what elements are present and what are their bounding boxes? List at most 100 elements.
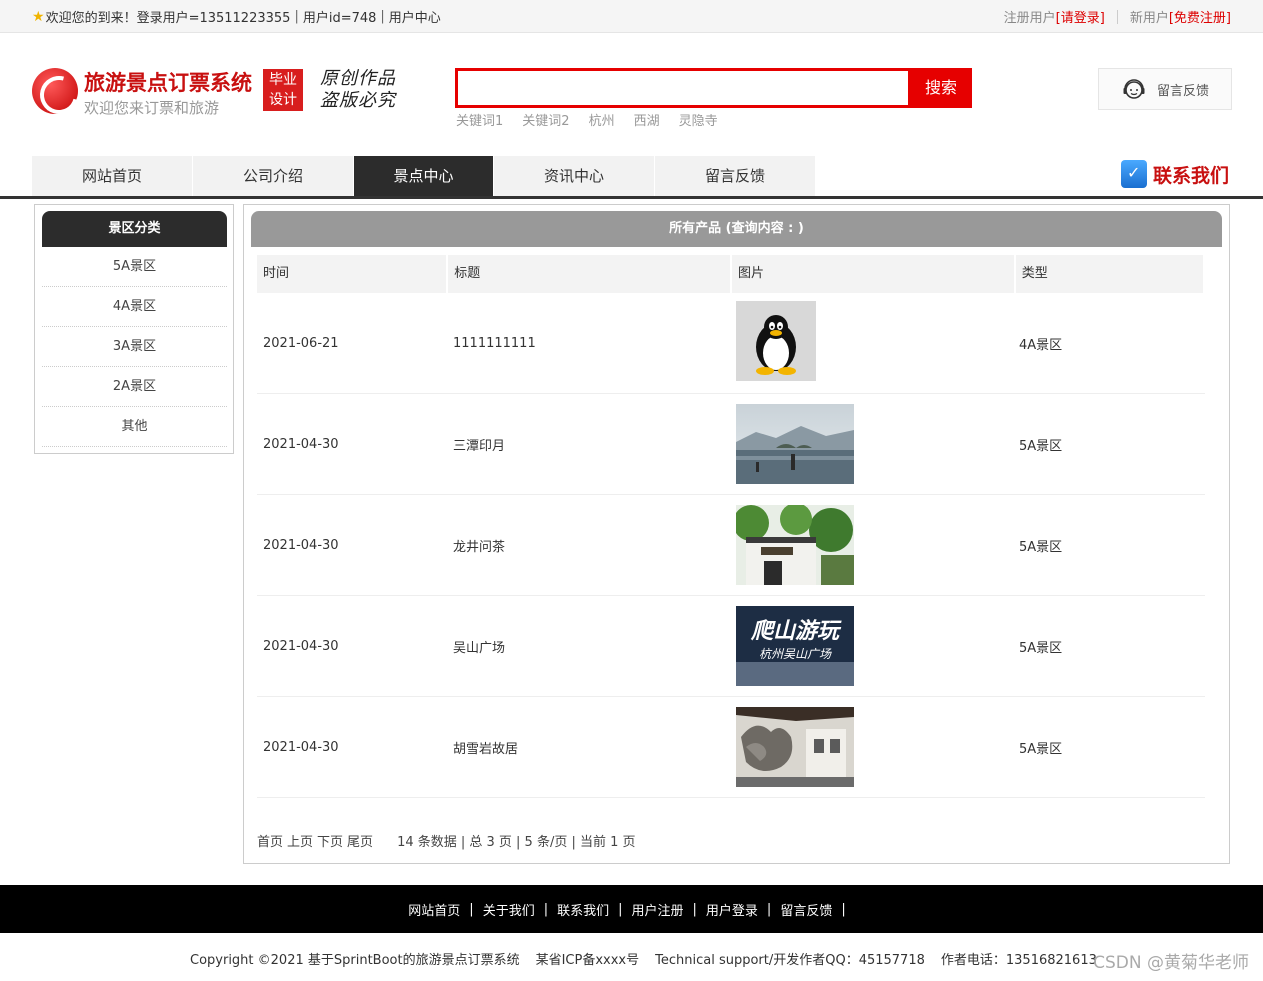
sidebar-title: 景区分类	[42, 211, 227, 247]
row-date: 2021-04-30	[263, 638, 339, 654]
nav-home[interactable]: 网站首页	[32, 156, 193, 196]
nav-divider	[0, 196, 1263, 199]
column-header-title: 标题	[448, 255, 730, 293]
hotword-link[interactable]: 关键词1	[456, 110, 503, 129]
star-icon: ★	[32, 8, 45, 25]
footer-separator: |	[469, 901, 474, 917]
watermark: CSDN @黄菊华老师	[1093, 953, 1249, 973]
table-row[interactable]: 2021-04-30 龙井问茶 5A景区	[257, 495, 1205, 596]
row-title[interactable]: 1111111111	[447, 336, 730, 351]
row-date: 2021-04-30	[263, 537, 339, 553]
footer-separator: |	[692, 901, 697, 917]
column-header-image: 图片	[732, 255, 1014, 293]
slogan: 原创作品 盗版必究	[320, 68, 396, 112]
lake-image[interactable]	[736, 404, 854, 484]
copyright-text: Copyright ©2021 基于SprintBoot的旅游景点订票系统	[190, 953, 520, 968]
sidebar-item-5a[interactable]: 5A景区	[42, 247, 227, 287]
register-user-label: 注册用户	[1003, 11, 1056, 26]
search-box	[455, 68, 911, 108]
footer-separator: |	[766, 901, 772, 917]
welcome-area: ★ 欢迎您的到来！登录用户=13511223355 | 用户id=748 | 用…	[32, 7, 441, 27]
sidebar-item-other[interactable]: 其他	[42, 407, 227, 447]
last-page-link[interactable]: 尾页	[347, 831, 373, 850]
support-text: Technical support/开发作者QQ：45157718	[655, 953, 925, 968]
sidebar-item-4a[interactable]: 4A景区	[42, 287, 227, 327]
user-center-link[interactable]: 用户中心	[389, 7, 441, 26]
nav-company[interactable]: 公司介绍	[193, 156, 354, 196]
next-page-link[interactable]: 下页	[317, 831, 343, 850]
site-title[interactable]: 旅游景点订票系统	[84, 67, 252, 97]
feedback-button[interactable]: 留言反馈	[1098, 68, 1232, 110]
old-house-image[interactable]	[736, 707, 854, 787]
row-image-cell: 爬山游玩 杭州吴山广场	[730, 606, 1013, 686]
category-sidebar: 景区分类 5A景区 4A景区 3A景区 2A景区 其他	[34, 204, 234, 454]
table-row[interactable]: 2021-04-30 吴山广场 爬山游玩 杭州吴山广场 5A景区	[257, 596, 1205, 697]
hot-keywords: 关键词1 关键词2 杭州 西湖 灵隐寺	[456, 110, 737, 129]
contact-label: 联系我们	[1153, 164, 1230, 187]
hotword-link[interactable]: 杭州	[589, 110, 615, 129]
hotword-link[interactable]: 灵隐寺	[679, 110, 718, 129]
nav-feedback[interactable]: 留言反馈	[655, 156, 816, 196]
user-id-text: 用户id=748	[302, 11, 377, 26]
icp-text: 某省ICP备xxxx号	[535, 953, 640, 968]
footer-link-home[interactable]: 网站首页	[408, 900, 460, 919]
first-page-link[interactable]: 首页	[257, 831, 283, 850]
pagination: 首页 上页 下页 尾页 14 条数据 | 总 3 页 | 5 条/页 | 当前 …	[257, 831, 636, 850]
login-link[interactable]: [请登录]	[1056, 7, 1105, 26]
row-title[interactable]: 吴山广场	[447, 637, 730, 656]
row-image-cell	[730, 301, 1013, 385]
footer-link-register[interactable]: 用户注册	[632, 900, 684, 919]
row-title[interactable]: 龙井问茶	[447, 536, 730, 555]
free-register-link[interactable]: [免费注册]	[1169, 7, 1231, 26]
penguin-image[interactable]	[736, 301, 816, 381]
table-row[interactable]: 2021-04-30 三潭印月 5A景区	[257, 394, 1205, 495]
footer-link-feedback[interactable]: 留言反馈	[780, 900, 832, 919]
copyright-bar: Copyright ©2021 基于SprintBoot的旅游景点订票系统 某省…	[190, 949, 1113, 968]
category-list: 5A景区 4A景区 3A景区 2A景区 其他	[42, 247, 227, 447]
row-image-cell	[730, 505, 1013, 585]
footer-link-login[interactable]: 用户登录	[706, 900, 758, 919]
row-date: 2021-04-30	[263, 739, 339, 755]
mountain-poster-image[interactable]: 爬山游玩 杭州吴山广场	[736, 606, 854, 686]
footer-separator: |	[618, 901, 623, 917]
prev-page-link[interactable]: 上页	[287, 831, 313, 850]
contact-us-link[interactable]: 联系我们	[1121, 160, 1229, 188]
separator: |	[294, 9, 299, 24]
feedback-label: 留言反馈	[1157, 83, 1210, 99]
account-links: 注册用户 [请登录] 新用户 [免费注册]	[1004, 7, 1231, 26]
graduation-badge: 毕业 设计	[263, 69, 303, 111]
pagination-info: 14 条数据 | 总 3 页 | 5 条/页 | 当前 1 页	[397, 835, 636, 850]
site-subtitle: 欢迎您来订票和旅游	[84, 99, 220, 117]
poster-subtext: 杭州吴山广场	[759, 647, 832, 661]
table-row[interactable]: 2021-06-21 1111111111 4A景区	[257, 293, 1205, 394]
hotword-link[interactable]: 关键词2	[522, 110, 569, 129]
badge-line: 设计	[269, 92, 297, 108]
row-title[interactable]: 三潭印月	[447, 435, 730, 454]
row-image-cell	[730, 404, 1013, 484]
customer-service-icon	[1123, 79, 1145, 99]
hotword-link[interactable]: 西湖	[634, 110, 660, 129]
phone-text: 作者电话：13516821613	[940, 953, 1097, 968]
sidebar-item-2a[interactable]: 2A景区	[42, 367, 227, 407]
product-panel: 所有产品 (查询内容 : ) 时间 标题 图片 类型 2021-06-21 11…	[243, 204, 1230, 864]
contact-icon	[1121, 160, 1147, 188]
tea-garden-image[interactable]	[736, 505, 854, 585]
table-row[interactable]: 2021-04-30 胡雪岩故居 5A景区	[257, 697, 1205, 798]
logo-icon[interactable]	[32, 68, 78, 114]
nav-news[interactable]: 资讯中心	[494, 156, 655, 196]
row-title[interactable]: 胡雪岩故居	[447, 738, 730, 757]
badge-line: 毕业	[269, 72, 297, 88]
nav-attractions[interactable]: 景点中心	[354, 156, 494, 196]
footer-link-contact[interactable]: 联系我们	[557, 900, 609, 919]
search-button[interactable]: 搜索	[910, 68, 972, 108]
slogan-line: 原创作品	[320, 68, 396, 89]
table-header: 时间 标题 图片 类型	[257, 255, 1205, 293]
column-header-type: 类型	[1015, 255, 1203, 293]
column-header-time: 时间	[257, 255, 447, 293]
row-type: 5A景区	[1019, 539, 1063, 555]
footer-link-about[interactable]: 关于我们	[483, 900, 535, 919]
search-input[interactable]	[458, 71, 908, 105]
sidebar-item-3a[interactable]: 3A景区	[42, 327, 227, 367]
row-type: 4A景区	[1019, 337, 1063, 353]
product-table: 时间 标题 图片 类型 2021-06-21 1111111111 4A景区 2…	[257, 255, 1205, 798]
